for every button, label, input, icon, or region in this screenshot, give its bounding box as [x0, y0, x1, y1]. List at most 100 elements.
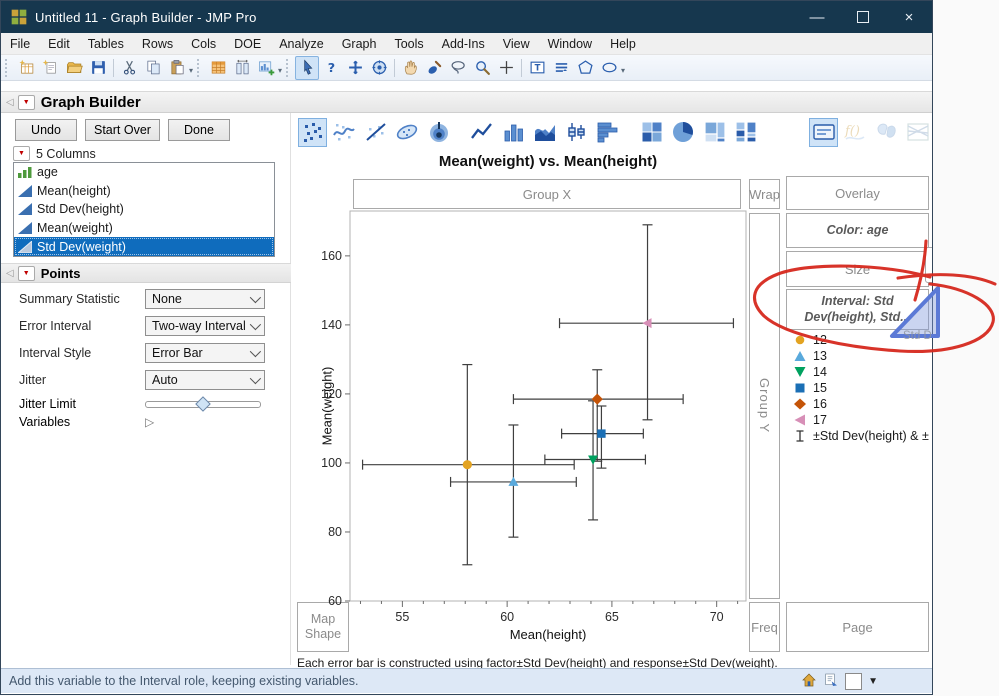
legend-item-age-14[interactable]: 14 [789, 364, 933, 380]
home-window-icon[interactable] [801, 672, 817, 691]
zone-page[interactable]: Page [786, 602, 929, 652]
menu-addins[interactable]: Add-Ins [433, 33, 494, 54]
graph-type-histogram-icon[interactable] [594, 118, 623, 147]
interval-style-select[interactable]: Error Bar [145, 343, 265, 363]
graph-add-icon[interactable] [254, 56, 278, 80]
menu-tools[interactable]: Tools [385, 33, 432, 54]
graph-type-box-plot-icon[interactable] [562, 118, 591, 147]
paste-icon[interactable] [165, 56, 189, 80]
graph-type-scatter-icon[interactable] [298, 118, 327, 147]
graph-type-contour-icon[interactable] [424, 118, 453, 147]
graph-type-treemap-icon[interactable] [700, 118, 729, 147]
zone-group-y[interactable]: Group Y [749, 213, 780, 599]
color-swatch[interactable] [845, 673, 862, 690]
close-button[interactable]: × [886, 1, 932, 33]
zone-wrap[interactable]: Wrap [749, 179, 780, 209]
cut-icon[interactable] [117, 56, 141, 80]
menu-edit[interactable]: Edit [39, 33, 79, 54]
panel-grip-tab[interactable] [925, 247, 933, 283]
open-icon[interactable] [62, 56, 86, 80]
move-cross-icon[interactable] [343, 56, 367, 80]
menu-cols[interactable]: Cols [182, 33, 225, 54]
text-annotate-icon[interactable]: T [525, 56, 549, 80]
menu-doe[interactable]: DOE [225, 33, 270, 54]
minimize-button[interactable]: — [794, 1, 840, 33]
slider-thumb[interactable] [195, 396, 211, 412]
status-dropdown-icon[interactable]: ▼ [868, 676, 878, 687]
save-icon[interactable] [86, 56, 110, 80]
lasso-icon[interactable] [446, 56, 470, 80]
graph-type-line-of-fit-icon[interactable] [361, 118, 390, 147]
graph-type-heatmap-icon[interactable] [637, 118, 666, 147]
oval-annotate-dropdown-icon[interactable]: ▾ [621, 66, 625, 75]
maximize-button[interactable] [840, 1, 886, 33]
new-data-table-icon[interactable] [14, 56, 38, 80]
zone-interval[interactable]: Interval: Std Dev(height), Std... [786, 289, 929, 330]
polygon-annotate-icon[interactable] [573, 56, 597, 80]
crosshair-icon[interactable] [494, 56, 518, 80]
column-item-age[interactable]: age [14, 163, 274, 182]
graph-type-ellipse-icon[interactable] [393, 118, 422, 147]
done-button[interactable]: Done [168, 119, 230, 141]
menu-tables[interactable]: Tables [79, 33, 133, 54]
graph-type-formula-icon[interactable]: f() [841, 118, 870, 147]
line-annotate-icon[interactable] [549, 56, 573, 80]
collapse-icon[interactable]: ◁ [6, 97, 14, 108]
legend-item-age-16[interactable]: 16 [789, 396, 933, 412]
start-over-button[interactable]: Start Over [85, 119, 160, 141]
legend-item-age-15[interactable]: 15 [789, 380, 933, 396]
legend-item-age-17[interactable]: 17 [789, 412, 933, 428]
graph-type-area-icon[interactable] [531, 118, 560, 147]
points-collapse-icon[interactable]: ◁ [6, 268, 14, 279]
graph-type-caption-box-icon[interactable] [809, 118, 838, 147]
column-item-std-dev-weight-[interactable]: Std Dev(weight) [14, 237, 274, 256]
menu-analyze[interactable]: Analyze [270, 33, 332, 54]
legend-item-age-13[interactable]: 13 [789, 348, 933, 364]
graph-type-line-icon[interactable] [468, 118, 497, 147]
copy-icon[interactable] [141, 56, 165, 80]
jitter-limit-slider[interactable] [145, 401, 261, 408]
jitter-select[interactable]: Auto [145, 370, 265, 390]
plot-area[interactable]: 608010012014016055606570 [301, 207, 751, 639]
zone-freq[interactable]: Freq [749, 602, 780, 652]
magnifier-icon[interactable] [470, 56, 494, 80]
oval-annotate-icon[interactable] [597, 56, 621, 80]
brush-icon[interactable] [422, 56, 446, 80]
menu-view[interactable]: View [494, 33, 539, 54]
graph-type-map-shapes-icon[interactable] [872, 118, 901, 147]
graph-add-dropdown-icon[interactable]: ▾ [278, 66, 282, 75]
menu-help[interactable]: Help [601, 33, 645, 54]
columns-red-triangle-icon[interactable]: ▼ [13, 146, 30, 161]
graph-type-parallel-icon[interactable] [904, 118, 933, 147]
zone-group-x[interactable]: Group X [353, 179, 741, 209]
paste-dropdown-icon[interactable]: ▾ [189, 66, 193, 75]
red-triangle-menu-icon[interactable]: ▼ [18, 95, 35, 110]
zone-size[interactable]: Size [786, 251, 929, 287]
new-journal-icon[interactable] [38, 56, 62, 80]
arrow-cursor-icon[interactable] [295, 56, 319, 80]
bullseye-icon[interactable] [367, 56, 391, 80]
legend-item-age-12[interactable]: 12 [789, 332, 933, 348]
column-item-std-dev-height-[interactable]: Std Dev(height) [14, 200, 274, 219]
menu-rows[interactable]: Rows [133, 33, 182, 54]
graph-type-smoother-icon[interactable] [330, 118, 359, 147]
error-interval-select[interactable]: Two-way Interval [145, 316, 265, 336]
graph-type-pie-icon[interactable] [669, 118, 698, 147]
graph-type-mosaic-icon[interactable] [732, 118, 761, 147]
journal-window-icon[interactable] [823, 672, 839, 691]
points-red-triangle-icon[interactable]: ▼ [18, 266, 35, 281]
point-age-12[interactable] [463, 460, 472, 469]
zone-overlay[interactable]: Overlay [786, 176, 929, 210]
summary-statistic-select[interactable]: None [145, 289, 265, 309]
menu-file[interactable]: File [1, 33, 39, 54]
columns-icon[interactable] [230, 56, 254, 80]
zone-color[interactable]: Color: age [786, 213, 929, 248]
point-age-15[interactable] [597, 429, 605, 437]
variables-disclosure-icon[interactable]: ▷ [145, 415, 154, 429]
data-table-icon[interactable] [206, 56, 230, 80]
help-question-icon[interactable]: ? [319, 56, 343, 80]
undo-button[interactable]: Undo [15, 119, 77, 141]
menu-window[interactable]: Window [539, 33, 601, 54]
column-item-mean-weight-[interactable]: Mean(weight) [14, 219, 274, 238]
column-item-mean-height-[interactable]: Mean(height) [14, 182, 274, 201]
